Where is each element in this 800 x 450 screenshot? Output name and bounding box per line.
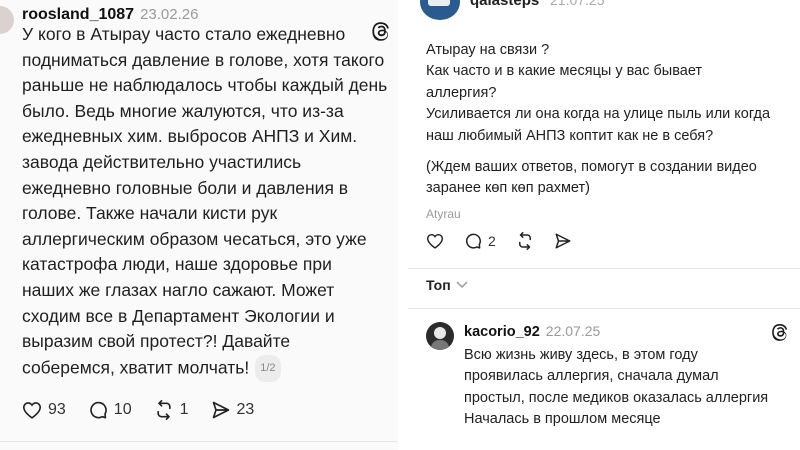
post-text-line: соберемся, хватит молчать! 1/2 [22,354,378,383]
post-text-line: завода действительно участились [22,151,302,172]
repost-icon [518,232,531,250]
post-text: У кого в Атырау часто стало ежедневно по… [22,22,388,383]
post-text-line: (Ждем ваших ответов, помогут в создании … [426,159,757,176]
post-text-line: У кого в Атырау часто стало ежедневно [22,24,346,44]
comment-username[interactable]: kacorio_92 [464,324,540,340]
comment-button[interactable]: 10 [88,400,132,420]
post-text-line: наших же глазах нагло сажают. Может [22,279,335,300]
right-post-panel: qalasteps 21.07.25 Атырау на связи ? Как… [402,0,800,450]
page-indicator[interactable]: 1/2 [255,354,281,383]
post-text-line: ежедневных хим. выбросов АНПЗ и Хим. [22,126,358,147]
post-text: Атырау на связи ? Как часто и в какие ме… [426,40,786,200]
share-button[interactable]: 23 [211,400,255,420]
post-text-line: раньше не наблюдалось чтобы каждый день [22,75,388,96]
post-username[interactable]: qalasteps [470,0,539,9]
comment-text-line: проявилась аллергия, сначала думал [464,368,719,385]
comment-count: 10 [113,401,132,418]
post-date: 21.07.25 [550,0,605,8]
post-text-line: катастрофа люди, наше здоровье при [22,254,332,275]
comment-button[interactable]: 2 [464,232,496,250]
avatar[interactable] [426,322,454,350]
divider [408,308,800,309]
post-text-line-last: соберемся, хватит молчать! [22,357,250,378]
post-text-line: заранее көп көп рахмет) [426,180,590,197]
share-count: 23 [236,401,255,418]
post-text-line: было. Ведь многие жалуются, что из-за [22,100,344,121]
chevron-down-icon [456,281,468,289]
like-count: 93 [48,401,66,418]
repost-button[interactable]: 1 [154,400,189,420]
post-actions: 93 10 1 23 [22,400,276,420]
comment-count: 2 [488,233,496,249]
repost-count: 1 [179,401,189,418]
send-icon [212,401,229,419]
comment-text-line: простыл, после медиков оказалась аллерги… [464,389,769,406]
like-button[interactable]: 93 [22,401,66,419]
post-text-line: аллергическим образом чесаться, это уже [22,228,367,249]
post-text-line: подниматься давление в голове, хотя тако… [22,49,385,70]
sort-dropdown[interactable]: Топ [426,277,468,293]
comment-date: 22.07.25 [545,323,601,339]
post-date: 23.02.26 [140,6,199,23]
post-text-line: аллергия? [426,84,497,101]
left-post-panel: roosland_1087 23.02.26 У кого в Атырау ч… [0,0,402,450]
comment-text-line: Всю жизнь живу здесь, в этом году [464,347,698,363]
post-text-line: голове. Также начали кисти рук [22,203,278,224]
post-text-line: Атырау на связи ? [426,42,550,58]
post-actions: 2 [426,232,594,250]
repost-button[interactable] [516,232,534,250]
avatar[interactable] [420,0,460,20]
post-text-line: Усиливается ли она когда на улице пыль и… [426,106,771,123]
post-text-line: наш любимый АНПЗ коптит как не в себя? [426,127,714,144]
repost-icon [156,400,171,420]
location-tag[interactable]: Atyrau [426,207,461,221]
heart-icon [22,402,42,419]
comment-bubble-icon [89,401,107,419]
comment-bubble-icon [466,233,481,249]
post-text-line: выразим свой протест?! Давайте [22,331,291,352]
comment-text-line: Началась в прошлом месяце [464,411,661,428]
post-text-line: ежедневно головные боли и давления в [22,177,349,198]
threads-logo-icon[interactable] [770,322,790,342]
heart-icon [426,233,444,249]
post-text-line: сходим все в Департамент Экологии и [22,305,335,326]
share-button[interactable] [554,232,572,250]
send-icon [555,233,571,249]
avatar[interactable] [0,6,14,34]
comment-header: kacorio_92 22.07.25 [464,323,600,340]
like-button[interactable] [426,233,444,249]
post-text-line: Как часто и в какие месяцы у вас бывает [426,63,703,80]
divider [0,441,402,442]
sort-label: Топ [426,277,451,293]
divider [408,268,800,269]
comment-text: Всю жизнь живу здесь, в этом году прояви… [464,345,794,431]
